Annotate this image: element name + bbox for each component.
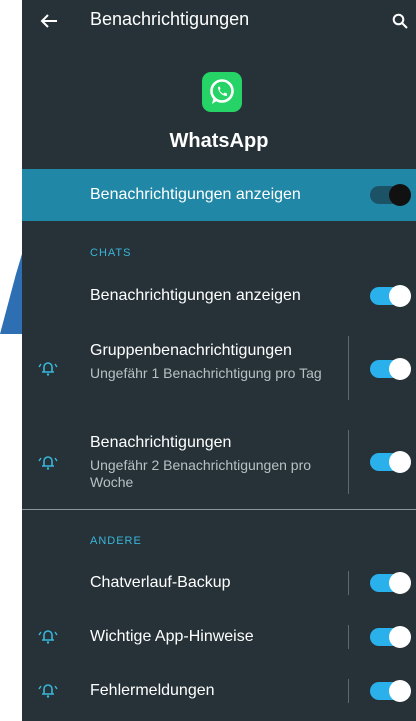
search-button[interactable] <box>388 9 412 33</box>
setting-label: Benachrichtigungen anzeigen <box>90 287 301 304</box>
section-header-chats: CHATS <box>90 247 132 259</box>
setting-summary: Ungefähr 2 Benachrichtigungen pro Woche <box>90 457 312 490</box>
section-header-other: ANDERE <box>90 535 142 547</box>
setting-label: Gruppenbenachrichtigungen <box>90 342 292 359</box>
row-divider <box>348 625 349 649</box>
toggle-switch-message-notifications[interactable] <box>370 451 411 473</box>
settings-screen: Benachrichtigungen WhatsApp Benachrichti… <box>22 0 416 721</box>
setting-row-chat-backup[interactable]: Chatverlauf-Backup <box>22 563 416 603</box>
master-toggle-label: Benachrichtigungen anzeigen <box>90 186 301 203</box>
setting-row-error-messages[interactable]: Fehlermeldungen <box>22 671 416 711</box>
setting-row-important-notices[interactable]: Wichtige App-Hinweise <box>22 617 416 657</box>
app-name: WhatsApp <box>169 130 269 152</box>
bell-ringing-icon <box>38 456 58 470</box>
master-toggle-row[interactable]: Benachrichtigungen anzeigen <box>22 169 416 221</box>
row-divider <box>348 336 349 400</box>
search-icon <box>392 13 408 29</box>
setting-row-show-chats[interactable]: Benachrichtigungen anzeigen <box>22 276 416 316</box>
back-button[interactable] <box>36 8 62 34</box>
bell-ringing-icon <box>38 630 58 644</box>
setting-summary: Ungefähr 1 Benachrichtigung pro Tag <box>90 365 322 381</box>
toggle-switch-show-chats[interactable] <box>370 285 411 307</box>
setting-label: Wichtige App-Hinweise <box>90 628 254 645</box>
row-divider <box>348 430 349 494</box>
top-app-bar: Benachrichtigungen <box>22 0 416 44</box>
pointer-arrow <box>0 254 22 334</box>
setting-label: Benachrichtigungen <box>90 434 232 451</box>
row-divider <box>348 571 349 595</box>
toggle-switch-chat-backup[interactable] <box>370 572 411 594</box>
setting-label: Fehlermeldungen <box>90 682 215 699</box>
toggle-switch-error-messages[interactable] <box>370 680 411 702</box>
setting-label: Chatverlauf-Backup <box>90 574 231 591</box>
master-toggle-switch[interactable] <box>370 184 411 206</box>
section-divider <box>22 509 416 510</box>
toggle-switch-group-notifications[interactable] <box>370 358 411 380</box>
setting-row-message-notifications[interactable]: Benachrichtigungen Ungefähr 2 Benachrich… <box>22 426 416 498</box>
toggle-switch-important-notices[interactable] <box>370 626 411 648</box>
bell-ringing-icon <box>38 362 58 376</box>
whatsapp-icon <box>202 72 242 112</box>
page-title: Benachrichtigungen <box>90 9 250 29</box>
bell-ringing-icon <box>38 684 58 698</box>
setting-row-group-notifications[interactable]: Gruppenbenachrichtigungen Ungefähr 1 Ben… <box>22 334 416 406</box>
arrow-left-icon <box>40 14 57 28</box>
row-divider <box>348 679 349 703</box>
